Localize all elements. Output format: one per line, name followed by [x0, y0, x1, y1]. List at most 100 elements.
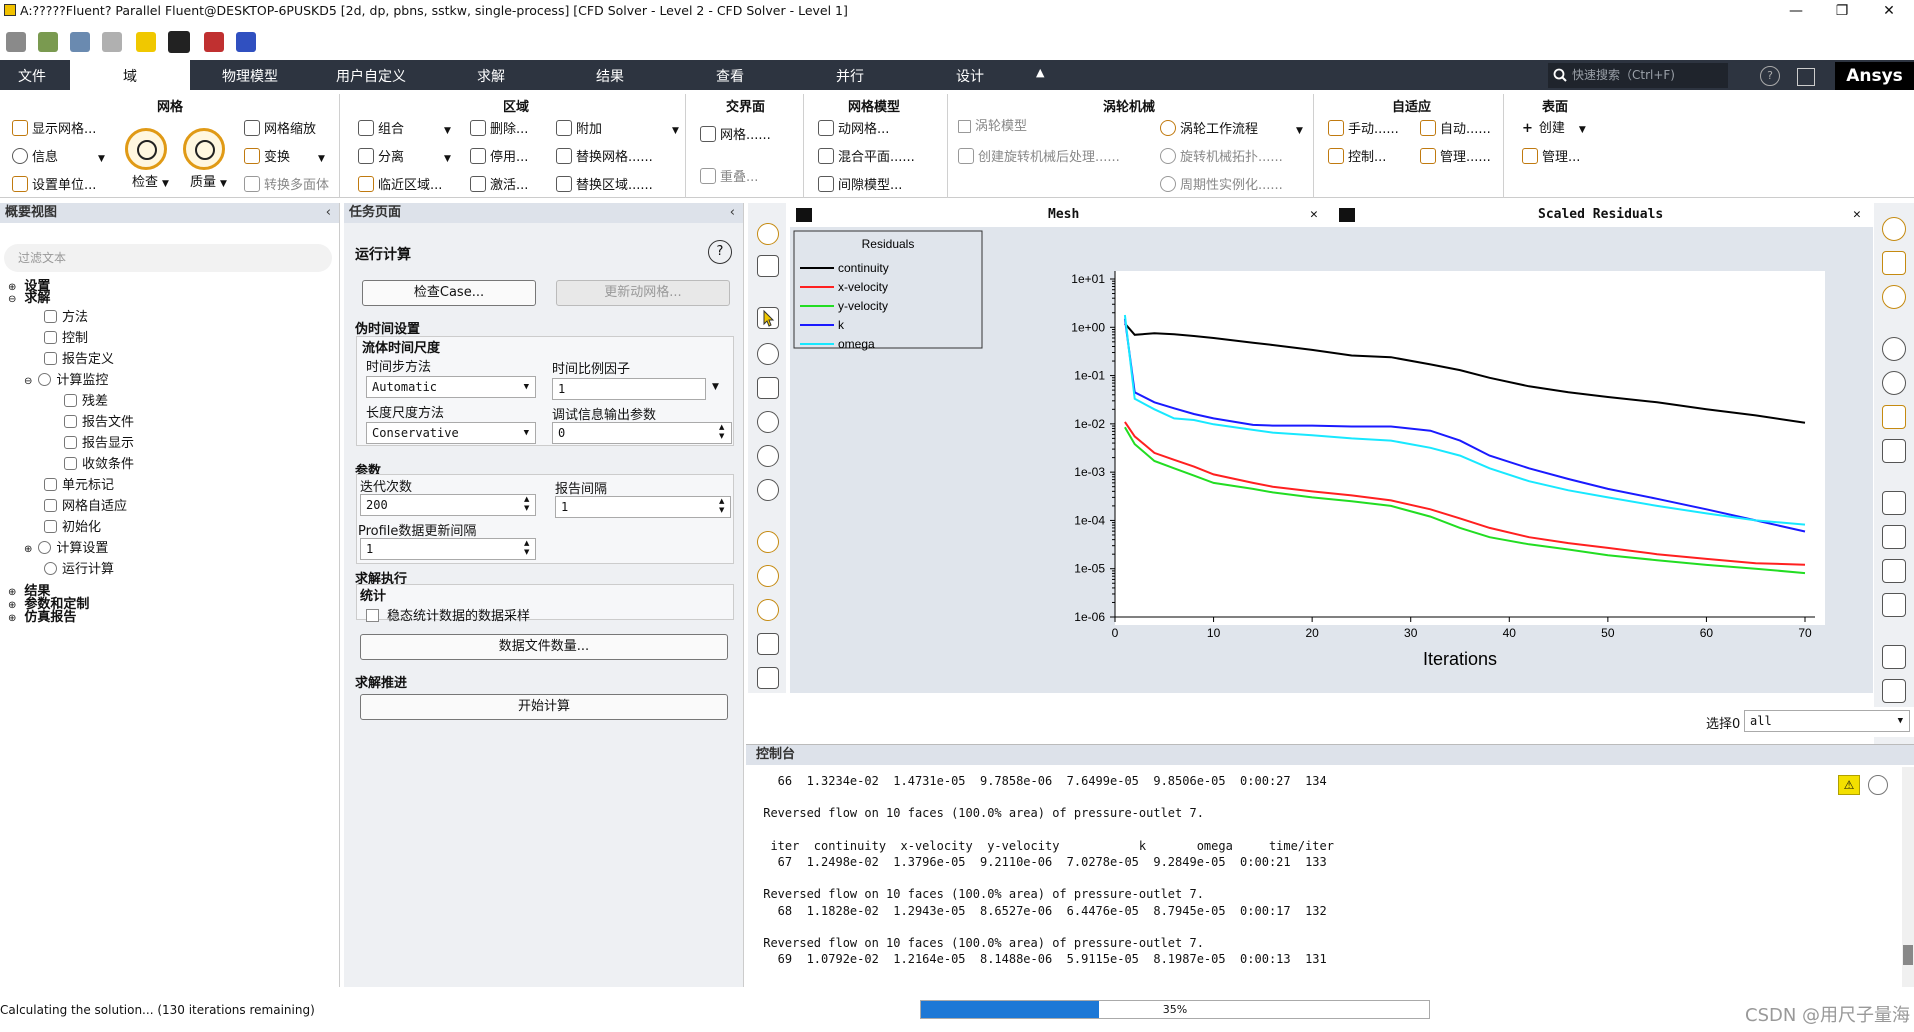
layout-toggle-icon[interactable]: [1797, 68, 1815, 86]
tree-run-calculation[interactable]: 运行计算: [44, 561, 114, 579]
collapse-panel-icon[interactable]: ‹: [326, 203, 331, 223]
mesh-tab-close[interactable]: ✕: [1310, 203, 1318, 227]
help-icon[interactable]: ?: [1760, 66, 1780, 86]
turbo-workflow-button[interactable]: 涡轮工作流程 ▼: [1160, 120, 1303, 140]
create-surface-button[interactable]: + 创建 ▼: [1522, 120, 1586, 139]
deactivate-button[interactable]: 停用...: [470, 148, 528, 167]
residuals-plot-area[interactable]: 1e+01 1e+00 1e-01 1e-02 1e-03 1e-04 1e-05 1e-06…: [790, 227, 1873, 693]
tree-mesh-adaption[interactable]: 网格自适应: [44, 498, 127, 516]
iterations-spinner-icon[interactable]: ▲ ▼: [524, 495, 529, 513]
page-icon[interactable]: [1882, 645, 1906, 669]
data-sampling-checkbox[interactable]: 稳态统计数据的数据采样: [366, 605, 530, 624]
tab-solution[interactable]: 求解: [446, 60, 536, 90]
info-button[interactable]: 信息 ▼: [12, 148, 105, 168]
plot-icon[interactable]: [1882, 491, 1906, 515]
report-interval-input[interactable]: 1: [555, 496, 731, 518]
manage-surface-button[interactable]: 管理...: [1522, 148, 1580, 167]
tree-cell-registers[interactable]: 单元标记: [44, 477, 114, 495]
calculate-button[interactable]: 开始计算: [360, 694, 728, 720]
tab-view[interactable]: 查看: [685, 60, 775, 90]
check-button[interactable]: 检查 ▼: [132, 174, 169, 193]
tree-methods[interactable]: 方法: [44, 309, 88, 327]
time-step-method-select[interactable]: Automatic ▼: [366, 376, 536, 398]
tree-initialization[interactable]: 初始化: [44, 519, 101, 537]
zoom-in-out-icon[interactable]: [757, 411, 779, 433]
time-scale-dropdown-icon[interactable]: ▼: [712, 382, 719, 392]
manual-adapt-button[interactable]: 手动......: [1328, 120, 1399, 139]
close-window-button[interactable]: ✕: [1866, 0, 1912, 22]
open-icon[interactable]: [6, 32, 26, 52]
polyhedra-button[interactable]: 转换多面体: [244, 176, 329, 195]
mesh-tab-title[interactable]: Mesh: [1048, 203, 1079, 227]
delete-button[interactable]: 删除...: [470, 120, 528, 139]
zoom-box-icon[interactable]: [757, 445, 779, 467]
activate-button[interactable]: 激活...: [470, 176, 528, 195]
lighting-icon[interactable]: [1882, 251, 1906, 275]
profile-update-input[interactable]: 1: [360, 538, 536, 560]
adapt-manage-button[interactable]: 管理......: [1420, 148, 1491, 167]
adjacency-button[interactable]: 临近区域...: [358, 176, 442, 195]
maximize-button[interactable]: ❐: [1819, 0, 1865, 22]
tree-convergence[interactable]: 收敛条件: [64, 456, 134, 474]
axes-icon[interactable]: [757, 633, 779, 655]
write-case-icon[interactable]: [70, 32, 90, 52]
pan-icon[interactable]: [757, 377, 779, 399]
tree-report-files[interactable]: 报告文件: [64, 414, 134, 432]
hide-icon[interactable]: [1882, 371, 1906, 395]
view-icon[interactable]: [1882, 217, 1906, 241]
time-scale-factor-input[interactable]: 1: [552, 378, 706, 400]
warning-icon[interactable]: ⚠: [1838, 775, 1860, 795]
copy-view-icon[interactable]: [757, 255, 779, 277]
tree-solution[interactable]: ⊖ 求解: [8, 290, 50, 309]
residuals-tab-close[interactable]: ✕: [1853, 203, 1861, 227]
verbosity-spinner-icon[interactable]: ▲ ▼: [719, 423, 724, 441]
tab-design[interactable]: 设计: [925, 60, 1015, 90]
periodic-instancing-button[interactable]: 周期性实例化......: [1160, 176, 1283, 195]
profile-spinner-icon[interactable]: ▲ ▼: [524, 539, 529, 557]
tree-report-definitions[interactable]: 报告定义: [44, 351, 114, 369]
tree-simulation-reports[interactable]: ⊕ 仿真报告: [8, 609, 76, 628]
parameters-icon[interactable]: [204, 32, 224, 52]
tab-user-defined[interactable]: 用户自定义: [316, 60, 426, 90]
quick-search-input[interactable]: 快速搜索（Ctrl+F): [1548, 63, 1728, 88]
select-dropdown[interactable]: all ▼: [1744, 710, 1910, 732]
layout-icon[interactable]: [236, 32, 256, 52]
mixing-plane-button[interactable]: 混合平面......: [818, 148, 915, 167]
collapse-ribbon-icon[interactable]: ▲: [1036, 66, 1044, 79]
probe-info-icon[interactable]: [757, 479, 779, 501]
tree-monitors[interactable]: ⊖ 计算监控: [24, 372, 108, 391]
check-case-button[interactable]: 检查Case...: [362, 280, 536, 306]
report-interval-spinner-icon[interactable]: ▲ ▼: [719, 497, 724, 515]
ruler-icon[interactable]: [1882, 525, 1906, 549]
legend-icon[interactable]: [1882, 593, 1906, 617]
collapse-task-icon[interactable]: ‹: [730, 203, 735, 223]
turbo-model-checkbox[interactable]: 涡轮模型: [958, 118, 1027, 136]
residuals-tab-title[interactable]: Scaled Residuals: [1538, 203, 1663, 227]
gap-model-button[interactable]: 间隙模型...: [818, 176, 902, 195]
undo-icon[interactable]: [1882, 439, 1906, 463]
verbosity-input[interactable]: 0: [552, 422, 732, 444]
interface-mesh-button[interactable]: 网格......: [700, 126, 771, 145]
tree-residuals[interactable]: 残差: [64, 393, 108, 411]
minimize-button[interactable]: —: [1773, 0, 1819, 22]
read-case-icon[interactable]: [38, 32, 58, 52]
replace-mesh-button[interactable]: 替换网格......: [556, 148, 653, 167]
colormap-icon[interactable]: [1882, 285, 1906, 309]
iterations-input[interactable]: 200: [360, 494, 536, 516]
combine-button[interactable]: 组合 ▼: [358, 120, 451, 140]
fluent-icon[interactable]: [757, 223, 779, 245]
tab-file[interactable]: 文件: [0, 60, 64, 90]
console-panel[interactable]: 控制台 ⚠ 66 1.3234e-02 1.4731e-05 9.7858e-0…: [746, 744, 1914, 987]
tab-domain[interactable]: 域: [70, 60, 190, 90]
tab-results[interactable]: 结果: [565, 60, 655, 90]
zoom-out-icon[interactable]: [757, 565, 779, 587]
length-scale-select[interactable]: Conservative ▼: [366, 422, 536, 444]
update-dynamic-mesh-button[interactable]: 更新动网格...: [556, 280, 730, 306]
show-mesh-button[interactable]: 显示网格...: [12, 120, 96, 139]
zoom-fit-icon[interactable]: [757, 599, 779, 621]
lock-icon[interactable]: [757, 667, 779, 689]
outline-filter-input[interactable]: 过滤文本: [4, 244, 332, 272]
turbo-topology-button[interactable]: 旋转机械拓扑......: [1160, 148, 1283, 167]
set-units-button[interactable]: 设置单位...: [12, 176, 96, 195]
transform-button[interactable]: 变换 ▼: [244, 148, 325, 168]
